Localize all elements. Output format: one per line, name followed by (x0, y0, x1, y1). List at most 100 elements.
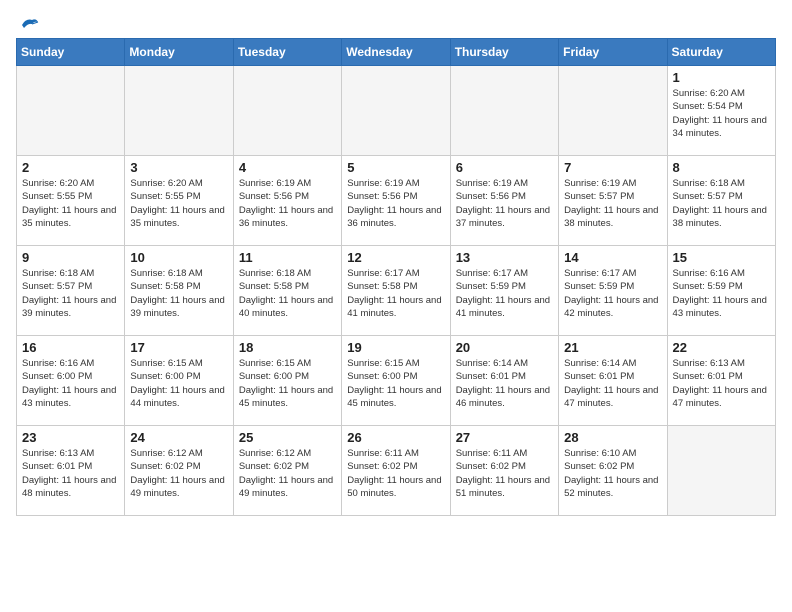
calendar-cell: 26Sunrise: 6:11 AMSunset: 6:02 PMDayligh… (342, 426, 450, 516)
day-header-tuesday: Tuesday (233, 39, 341, 66)
day-number: 4 (239, 160, 336, 175)
day-number: 6 (456, 160, 553, 175)
day-number: 23 (22, 430, 119, 445)
day-number: 1 (673, 70, 770, 85)
calendar-cell: 16 Sunrise: 6:16 AMSunset: 6:00 PMDayligh… (17, 336, 125, 426)
logo (16, 16, 40, 30)
day-header-saturday: Saturday (667, 39, 775, 66)
day-info: Sunrise: 6:17 AMSunset: 5:59 PMDaylight:… (564, 267, 661, 320)
day-info: Sunrise: 6:11 AMSunset: 6:02 PMDaylight:… (456, 447, 553, 500)
day-header-thursday: Thursday (450, 39, 558, 66)
calendar-cell: 6 Sunrise: 6:19 AMSunset: 5:56 PMDaylight… (450, 156, 558, 246)
day-info: Sunrise: 6:13 AMSunset: 6:01 PMDaylight:… (673, 357, 770, 410)
calendar-cell: 24 Sunrise: 6:12 AMSunset: 6:02 PMDayligh… (125, 426, 233, 516)
day-info: Sunrise: 6:13 AMSunset: 6:01 PMDaylight:… (22, 447, 119, 500)
day-info: Sunrise: 6:17 AMSunset: 5:59 PMDaylight:… (456, 267, 553, 320)
day-info: Sunrise: 6:16 AMSunset: 6:00 PMDaylight:… (22, 357, 119, 410)
day-number: 3 (130, 160, 227, 175)
day-info: Sunrise: 6:19 AMSunset: 5:56 PMDaylight:… (347, 177, 444, 230)
page-header (16, 16, 776, 30)
day-number: 22 (673, 340, 770, 355)
calendar-week-row: 2 Sunrise: 6:20 AMSunset: 5:55 PMDaylight… (17, 156, 776, 246)
calendar-cell (233, 66, 341, 156)
day-info: Sunrise: 6:12 AMSunset: 6:02 PMDaylight:… (239, 447, 336, 500)
day-info: Sunrise: 6:14 AMSunset: 6:01 PMDaylight:… (456, 357, 553, 410)
day-info: Sunrise: 6:19 AMSunset: 5:57 PMDaylight:… (564, 177, 661, 230)
logo-bird-icon (18, 16, 40, 34)
day-number: 8 (673, 160, 770, 175)
day-number: 28 (564, 430, 661, 445)
calendar-cell (125, 66, 233, 156)
calendar-cell: 22 Sunrise: 6:13 AMSunset: 6:01 PMDayligh… (667, 336, 775, 426)
day-number: 14 (564, 250, 661, 265)
calendar-cell: 19 Sunrise: 6:15 AMSunset: 6:00 PMDayligh… (342, 336, 450, 426)
calendar-cell (667, 426, 775, 516)
calendar-cell: 9 Sunrise: 6:18 AMSunset: 5:57 PMDaylight… (17, 246, 125, 336)
day-number: 17 (130, 340, 227, 355)
calendar-cell: 25 Sunrise: 6:12 AMSunset: 6:02 PMDayligh… (233, 426, 341, 516)
calendar-cell: 1 Sunrise: 6:20 AMSunset: 5:54 PMDaylight… (667, 66, 775, 156)
day-info: Sunrise: 6:19 AMSunset: 5:56 PMDaylight:… (456, 177, 553, 230)
day-info: Sunrise: 6:15 AMSunset: 6:00 PMDaylight:… (130, 357, 227, 410)
day-number: 7 (564, 160, 661, 175)
day-number: 27 (456, 430, 553, 445)
calendar-cell (450, 66, 558, 156)
day-info: Sunrise: 6:16 AMSunset: 5:59 PMDaylight:… (673, 267, 770, 320)
calendar-week-row: 16 Sunrise: 6:16 AMSunset: 6:00 PMDayligh… (17, 336, 776, 426)
day-info: Sunrise: 6:20 AMSunset: 5:54 PMDaylight:… (673, 87, 770, 140)
calendar-week-row: 9 Sunrise: 6:18 AMSunset: 5:57 PMDaylight… (17, 246, 776, 336)
calendar-cell: 27 Sunrise: 6:11 AMSunset: 6:02 PMDayligh… (450, 426, 558, 516)
day-info: Sunrise: 6:12 AMSunset: 6:02 PMDaylight:… (130, 447, 227, 500)
day-number: 21 (564, 340, 661, 355)
day-number: 10 (130, 250, 227, 265)
calendar-cell: 4 Sunrise: 6:19 AMSunset: 5:56 PMDaylight… (233, 156, 341, 246)
day-number: 24 (130, 430, 227, 445)
day-info: Sunrise: 6:14 AMSunset: 6:01 PMDaylight:… (564, 357, 661, 410)
calendar-cell: 15 Sunrise: 6:16 AMSunset: 5:59 PMDayligh… (667, 246, 775, 336)
day-info: Sunrise: 6:19 AMSunset: 5:56 PMDaylight:… (239, 177, 336, 230)
day-number: 15 (673, 250, 770, 265)
calendar-cell: 11 Sunrise: 6:18 AMSunset: 5:58 PMDayligh… (233, 246, 341, 336)
day-number: 12 (347, 250, 444, 265)
day-number: 20 (456, 340, 553, 355)
calendar-header-row: SundayMondayTuesdayWednesdayThursdayFrid… (17, 39, 776, 66)
calendar-cell: 20 Sunrise: 6:14 AMSunset: 6:01 PMDayligh… (450, 336, 558, 426)
calendar-week-row: 23 Sunrise: 6:13 AMSunset: 6:01 PMDayligh… (17, 426, 776, 516)
day-info: Sunrise: 6:18 AMSunset: 5:58 PMDaylight:… (130, 267, 227, 320)
calendar-cell: 18 Sunrise: 6:15 AMSunset: 6:00 PMDayligh… (233, 336, 341, 426)
calendar-cell: 28Sunrise: 6:10 AMSunset: 6:02 PMDayligh… (559, 426, 667, 516)
day-number: 5 (347, 160, 444, 175)
calendar-cell: 14 Sunrise: 6:17 AMSunset: 5:59 PMDayligh… (559, 246, 667, 336)
day-number: 16 (22, 340, 119, 355)
calendar-cell: 3 Sunrise: 6:20 AMSunset: 5:55 PMDaylight… (125, 156, 233, 246)
calendar-cell: 8 Sunrise: 6:18 AMSunset: 5:57 PMDaylight… (667, 156, 775, 246)
calendar-cell: 21 Sunrise: 6:14 AMSunset: 6:01 PMDayligh… (559, 336, 667, 426)
day-info: Sunrise: 6:15 AMSunset: 6:00 PMDaylight:… (239, 357, 336, 410)
day-number: 9 (22, 250, 119, 265)
day-info: Sunrise: 6:17 AMSunset: 5:58 PMDaylight:… (347, 267, 444, 320)
day-number: 25 (239, 430, 336, 445)
calendar-cell: 17 Sunrise: 6:15 AMSunset: 6:00 PMDayligh… (125, 336, 233, 426)
day-number: 2 (22, 160, 119, 175)
day-number: 19 (347, 340, 444, 355)
day-info: Sunrise: 6:20 AMSunset: 5:55 PMDaylight:… (130, 177, 227, 230)
calendar-cell (559, 66, 667, 156)
day-number: 18 (239, 340, 336, 355)
calendar-cell: 10 Sunrise: 6:18 AMSunset: 5:58 PMDayligh… (125, 246, 233, 336)
day-header-monday: Monday (125, 39, 233, 66)
day-info: Sunrise: 6:20 AMSunset: 5:55 PMDaylight:… (22, 177, 119, 230)
day-info: Sunrise: 6:18 AMSunset: 5:57 PMDaylight:… (673, 177, 770, 230)
day-info: Sunrise: 6:18 AMSunset: 5:57 PMDaylight:… (22, 267, 119, 320)
day-header-sunday: Sunday (17, 39, 125, 66)
calendar-table: SundayMondayTuesdayWednesdayThursdayFrid… (16, 38, 776, 516)
day-number: 11 (239, 250, 336, 265)
calendar-week-row: 1 Sunrise: 6:20 AMSunset: 5:54 PMDaylight… (17, 66, 776, 156)
calendar-cell (342, 66, 450, 156)
day-header-friday: Friday (559, 39, 667, 66)
day-info: Sunrise: 6:18 AMSunset: 5:58 PMDaylight:… (239, 267, 336, 320)
day-info: Sunrise: 6:11 AMSunset: 6:02 PMDaylight:… (347, 447, 444, 500)
day-info: Sunrise: 6:15 AMSunset: 6:00 PMDaylight:… (347, 357, 444, 410)
day-header-wednesday: Wednesday (342, 39, 450, 66)
calendar-cell: 2 Sunrise: 6:20 AMSunset: 5:55 PMDaylight… (17, 156, 125, 246)
calendar-cell: 7 Sunrise: 6:19 AMSunset: 5:57 PMDaylight… (559, 156, 667, 246)
